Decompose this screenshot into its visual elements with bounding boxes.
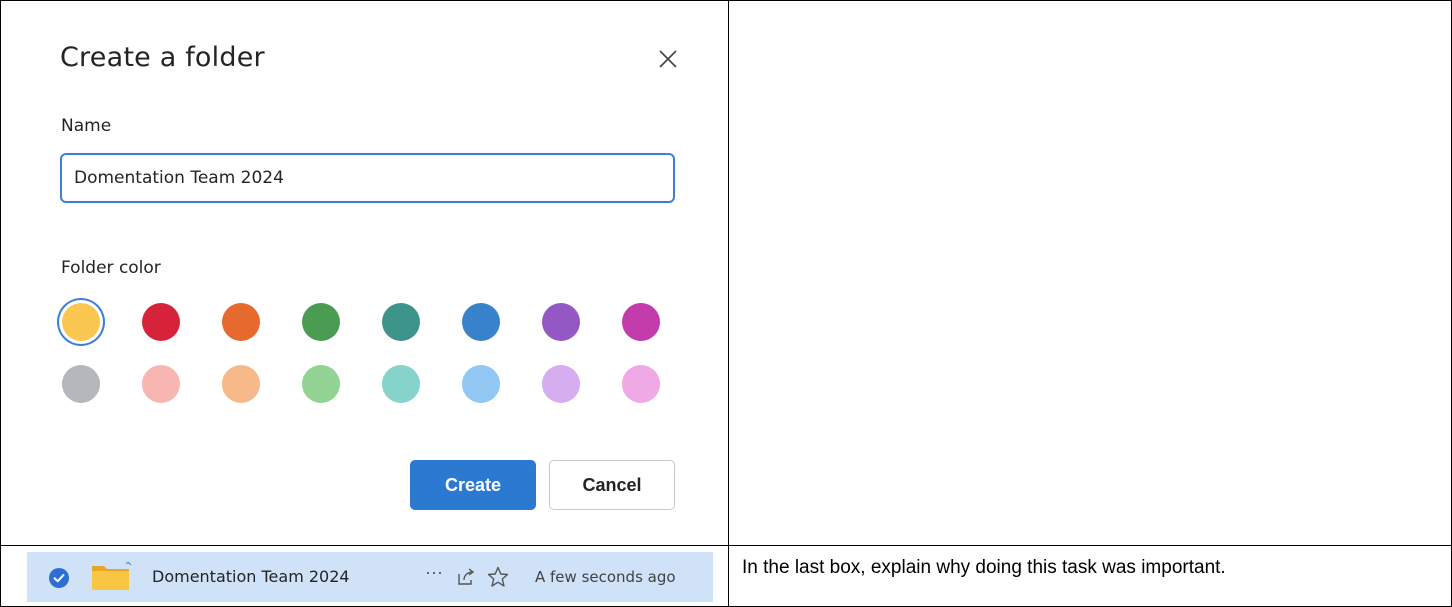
share-icon[interactable] bbox=[455, 566, 477, 588]
modified-time: A few seconds ago bbox=[535, 568, 676, 586]
color-swatch-3[interactable] bbox=[302, 303, 340, 341]
color-swatch-2[interactable] bbox=[222, 303, 260, 341]
cancel-button[interactable]: Cancel bbox=[549, 460, 675, 510]
color-swatch-1[interactable] bbox=[142, 303, 180, 341]
close-icon bbox=[659, 50, 677, 68]
color-swatch-8[interactable] bbox=[62, 365, 100, 403]
border-left bbox=[0, 0, 1, 607]
file-list-row[interactable]: Domentation Team 2024 ··· A few seconds … bbox=[27, 552, 713, 602]
divider-horizontal bbox=[0, 545, 1452, 546]
color-swatch-10[interactable] bbox=[222, 365, 260, 403]
color-swatch-5[interactable] bbox=[462, 303, 500, 341]
color-swatch-6[interactable] bbox=[542, 303, 580, 341]
create-button[interactable]: Create bbox=[410, 460, 536, 510]
color-swatch-0[interactable] bbox=[62, 303, 100, 341]
name-label: Name bbox=[61, 116, 112, 136]
color-swatch-11[interactable] bbox=[302, 365, 340, 403]
folder-color-label: Folder color bbox=[61, 258, 161, 278]
folder-icon bbox=[92, 562, 131, 590]
color-swatch-9[interactable] bbox=[142, 365, 180, 403]
file-name[interactable]: Domentation Team 2024 bbox=[152, 567, 350, 586]
star-icon[interactable] bbox=[486, 565, 510, 589]
dialog-title: Create a folder bbox=[60, 42, 265, 73]
instruction-text: In the last box, explain why doing this … bbox=[742, 557, 1226, 578]
folder-name-input[interactable] bbox=[60, 153, 675, 203]
check-circle-icon[interactable] bbox=[49, 568, 69, 588]
color-swatch-13[interactable] bbox=[462, 365, 500, 403]
more-options-icon[interactable]: ··· bbox=[425, 562, 443, 583]
create-folder-dialog: Create a folder Name Folder color Create… bbox=[5, 4, 725, 542]
color-swatch-7[interactable] bbox=[622, 303, 660, 341]
border-top bbox=[0, 0, 1452, 1]
close-button[interactable] bbox=[655, 46, 681, 72]
color-swatch-15[interactable] bbox=[622, 365, 660, 403]
color-swatch-4[interactable] bbox=[382, 303, 420, 341]
divider-vertical bbox=[728, 0, 729, 607]
color-swatch-12[interactable] bbox=[382, 365, 420, 403]
color-swatch-14[interactable] bbox=[542, 365, 580, 403]
